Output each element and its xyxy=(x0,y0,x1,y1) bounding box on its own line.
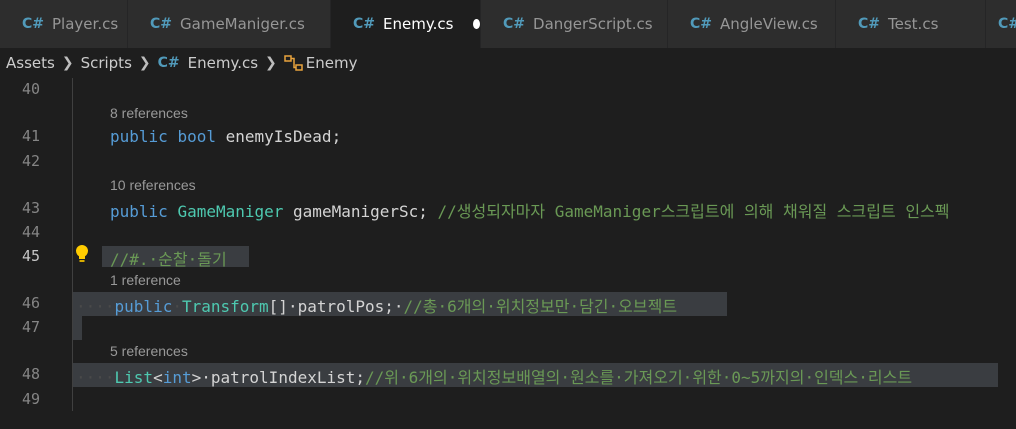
code-editor[interactable]: 40 41 42 43 44 45 46 47 48 49 8 referenc… xyxy=(0,78,1016,429)
csharp-file-icon: C# xyxy=(22,16,45,32)
tab-label: GameManiger.cs xyxy=(180,15,305,33)
tab-player[interactable]: C# Player.cs xyxy=(0,0,128,48)
tab-bar: C# Player.cs C# GameManiger.cs C# Enemy.… xyxy=(0,0,1016,48)
indent-guide xyxy=(72,78,73,411)
tab-label: DangerScript.cs xyxy=(533,15,653,33)
csharp-file-icon: C# xyxy=(690,16,713,32)
unsaved-dot-icon[interactable] xyxy=(473,19,480,29)
codelens-references[interactable]: 5 references xyxy=(110,343,188,359)
tab-label: Enemy.cs xyxy=(383,15,454,33)
line-number-current: 45 xyxy=(21,247,40,265)
tab-overflow[interactable]: C# xyxy=(986,0,1016,48)
csharp-file-icon: C# xyxy=(998,16,1016,32)
code-line-41[interactable]: public bool enemyIsDead; xyxy=(110,127,341,146)
tab-dangerscript[interactable]: C# DangerScript.cs xyxy=(481,0,668,48)
line-number: 43 xyxy=(21,199,40,217)
chevron-right-icon: ❯ xyxy=(61,55,74,71)
line-number: 47 xyxy=(21,318,40,336)
line-number: 44 xyxy=(21,223,40,241)
selection-highlight xyxy=(72,316,82,340)
tab-enemy[interactable]: C# Enemy.cs xyxy=(331,0,481,48)
codelens-references[interactable]: 8 references xyxy=(110,105,188,121)
code-line-48[interactable]: ····List<int>·patrolIndexList;//위·6개의·위치… xyxy=(76,364,912,388)
line-number: 40 xyxy=(21,80,40,98)
csharp-file-icon: C# xyxy=(503,16,526,32)
line-number: 42 xyxy=(21,152,40,170)
codelens-references[interactable]: 1 reference xyxy=(110,272,181,288)
code-line-45[interactable]: //#.·순찰·돌기 xyxy=(110,246,227,270)
tab-label: AngleView.cs xyxy=(720,15,818,33)
csharp-file-icon: C# xyxy=(858,16,881,32)
code-line-46[interactable]: ····public·Transform[]·patrolPos;·//총·6개… xyxy=(76,293,677,317)
breadcrumb: Assets ❯ Scripts ❯ C# Enemy.cs ❯ Enemy xyxy=(0,48,1016,78)
code-line-43[interactable]: public GameManiger gameManigerSc; //생성되자… xyxy=(110,198,949,222)
line-number: 41 xyxy=(21,127,40,145)
codelens-references[interactable]: 10 references xyxy=(110,177,196,193)
breadcrumb-symbol[interactable]: Enemy xyxy=(306,54,358,72)
line-number: 48 xyxy=(21,365,40,383)
chevron-right-icon: ❯ xyxy=(138,55,151,71)
tab-test[interactable]: C# Test.cs xyxy=(836,0,986,48)
csharp-file-icon: C# xyxy=(157,55,180,71)
line-number: 49 xyxy=(21,390,40,408)
class-icon xyxy=(284,55,303,71)
breadcrumb-scripts[interactable]: Scripts xyxy=(81,54,132,72)
breadcrumb-assets[interactable]: Assets xyxy=(6,54,55,72)
breadcrumb-file[interactable]: Enemy.cs xyxy=(188,54,258,72)
tab-gamemaniger[interactable]: C# GameManiger.cs xyxy=(128,0,331,48)
tab-label: Player.cs xyxy=(52,15,119,33)
lightbulb-icon[interactable] xyxy=(75,244,89,264)
tab-angleview[interactable]: C# AngleView.cs xyxy=(668,0,836,48)
chevron-right-icon: ❯ xyxy=(265,55,277,71)
csharp-file-icon: C# xyxy=(150,16,173,32)
tab-label: Test.cs xyxy=(888,15,939,33)
line-number: 46 xyxy=(21,294,40,312)
csharp-file-icon: C# xyxy=(353,16,376,32)
